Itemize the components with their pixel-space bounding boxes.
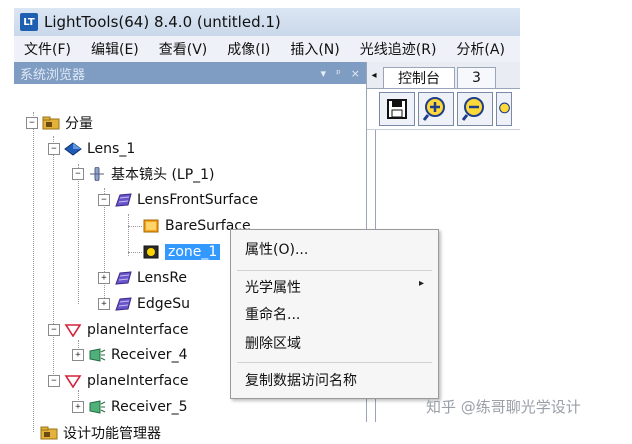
dropdown-icon[interactable]: ▾: [321, 67, 327, 80]
surface-icon: [115, 193, 132, 207]
tree-item-edge-surface[interactable]: + EdgeSu: [98, 293, 190, 315]
plane-interface-icon: [64, 324, 82, 337]
menu-separator: [237, 362, 432, 363]
surface-icon: [115, 271, 132, 285]
tree-item-label-selected: zone_1: [165, 244, 221, 260]
tree-item-lens-rear-surface[interactable]: + LensRe: [98, 267, 187, 289]
browser-header: 系统浏览器 ▾ ᵖ ×: [14, 62, 366, 84]
browser-title: 系统浏览器: [20, 67, 86, 83]
expand-icon[interactable]: +: [98, 298, 110, 310]
bare-surface-icon: [143, 219, 159, 233]
window-title: LightTools(64) 8.4.0 (untitled.1): [44, 13, 281, 31]
zone-icon: [143, 245, 159, 259]
menu-analysis[interactable]: 分析(A): [446, 39, 515, 59]
zoom-out-icon: [462, 97, 484, 121]
tree-item-label: EdgeSu: [137, 296, 190, 312]
collapse-icon[interactable]: −: [72, 168, 84, 180]
expand-icon[interactable]: +: [98, 272, 110, 284]
collapse-icon[interactable]: −: [98, 194, 110, 206]
tree-item-label: 设计功能管理器: [63, 426, 161, 442]
lens-primitive-icon: [90, 167, 104, 181]
tree-item-receiver-4[interactable]: + Receiver_4: [72, 344, 187, 366]
save-icon: [387, 99, 407, 119]
tree-item-zone[interactable]: zone_1: [142, 241, 221, 263]
receiver-icon: [89, 348, 106, 362]
menu-file[interactable]: 文件(F): [14, 39, 81, 59]
tree-item-label: planeInterface: [87, 322, 189, 338]
tree-item-label: 分量: [65, 116, 93, 132]
tree-item-receiver-5[interactable]: + Receiver_5: [72, 396, 187, 418]
zoom-in-icon: [423, 97, 445, 121]
zoom-in-button[interactable]: [418, 92, 454, 126]
zoom-out-button[interactable]: [457, 92, 493, 126]
zoom-window-icon: [499, 102, 510, 114]
expand-icon[interactable]: +: [72, 349, 84, 361]
menu-bar: 文件(F) 编辑(E) 查看(V) 成像(I) 插入(N) 光线追迹(R) 分析…: [14, 36, 520, 63]
tree-item-label: 基本镜头 (LP_1): [111, 167, 215, 183]
title-bar: LT LightTools(64) 8.4.0 (untitled.1): [14, 8, 520, 36]
tree-item-basic-lens[interactable]: − 基本镜头 (LP_1): [72, 163, 215, 185]
menu-edit[interactable]: 编辑(E): [81, 39, 149, 59]
menu-imaging[interactable]: 成像(I): [217, 39, 280, 59]
menu-view[interactable]: 查看(V): [149, 39, 218, 59]
menu-item-properties[interactable]: 属性(O)...: [245, 238, 308, 260]
collapse-icon[interactable]: −: [48, 375, 60, 387]
submenu-arrow-icon: ▸: [418, 278, 424, 289]
receiver-icon: [89, 400, 106, 414]
folder-icon: [40, 426, 58, 440]
expand-icon[interactable]: +: [72, 401, 84, 413]
watermark-text: 知乎 @练哥聊光学设计: [426, 398, 581, 416]
tree-item-label: Receiver_5: [111, 399, 188, 415]
context-menu: 属性(O)... 光学属性 ▸ 重命名... 删除区域 复制数据访问名称: [230, 229, 439, 399]
view-toolbar: [367, 89, 520, 130]
tree-item-lens[interactable]: − Lens_1: [48, 138, 135, 160]
tree-item-lens-front-surface[interactable]: − LensFrontSurface: [98, 189, 258, 211]
menu-raytrace[interactable]: 光线追迹(R): [350, 39, 447, 59]
lens-icon: [64, 142, 82, 156]
tab-scroll-left-icon[interactable]: ◂: [367, 70, 381, 81]
surface-icon: [115, 297, 132, 311]
collapse-icon[interactable]: −: [48, 143, 60, 155]
menu-item-copy-data-access-name[interactable]: 复制数据访问名称: [245, 369, 357, 391]
tree-item-label: LensFrontSurface: [137, 192, 259, 208]
tree-item-label: planeInterface: [87, 373, 189, 389]
menu-item-delete-zone[interactable]: 删除区域: [245, 332, 301, 354]
menu-separator: [237, 270, 432, 271]
tree-item-label: LensRe: [137, 270, 188, 286]
plane-interface-icon: [64, 375, 82, 388]
lighttools-window: LT LightTools(64) 8.4.0 (untitled.1) 文件(…: [0, 0, 632, 442]
menu-insert[interactable]: 插入(N): [280, 39, 349, 59]
tree-item-design-manager[interactable]: 设计功能管理器: [40, 422, 161, 444]
pin-icon[interactable]: ᵖ: [336, 67, 341, 80]
collapse-icon[interactable]: −: [48, 324, 60, 336]
zoom-window-button[interactable]: [496, 92, 512, 126]
tab-console[interactable]: 控制台: [383, 67, 455, 88]
save-button[interactable]: [379, 92, 415, 126]
folder-icon: [42, 116, 60, 130]
tree-item-label: Lens_1: [87, 141, 136, 157]
collapse-icon[interactable]: −: [26, 117, 38, 129]
menu-item-optical-properties[interactable]: 光学属性: [245, 276, 301, 298]
tree-item-plane-interface-1[interactable]: − planeInterface: [48, 319, 189, 341]
app-logo-icon: LT: [20, 13, 38, 31]
tab-strip: ◂ 控制台 3: [367, 62, 520, 89]
tab-3d-view[interactable]: 3: [457, 67, 496, 88]
close-icon[interactable]: ×: [351, 67, 360, 80]
tree-item-label: Receiver_4: [111, 347, 188, 363]
tree-item-plane-interface-2[interactable]: − planeInterface: [48, 370, 189, 392]
menu-item-rename[interactable]: 重命名...: [245, 303, 300, 325]
tree-item-components[interactable]: − 分量: [26, 112, 93, 134]
